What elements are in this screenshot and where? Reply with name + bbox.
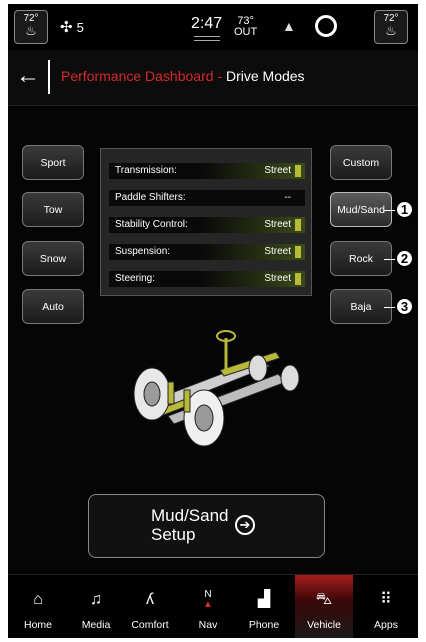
mode-auto-button[interactable]: Auto <box>22 289 84 324</box>
nav-comfort[interactable]: ʎ Comfort <box>124 575 176 638</box>
home-icon: ⌂ <box>33 591 43 608</box>
arrow-right-circle-icon: ➔ <box>235 515 255 535</box>
page-title: Performance Dashboard - Drive Modes <box>61 68 305 84</box>
nav-label: Nav <box>198 619 218 631</box>
handle-bars-icon <box>193 36 220 41</box>
mode-rock-button[interactable]: Rock <box>330 241 392 276</box>
chassis-illustration <box>133 330 300 447</box>
music-note-icon: ♫ <box>90 591 102 608</box>
setting-value: Street <box>264 219 291 230</box>
nav-label: Vehicle <box>307 619 341 631</box>
heated-seat-icon: ♨ <box>385 23 397 38</box>
bottom-nav: ⌂ Home ♫ Media ʎ Comfort N ▲ Nav ▟ Phone … <box>8 574 418 638</box>
setting-level-bar <box>295 219 301 231</box>
grid-icon: ⠿ <box>380 591 392 608</box>
setting-level-bar <box>295 165 301 177</box>
profile-icon[interactable]: ▲ <box>282 18 296 34</box>
mudsand-setup-button[interactable]: Mud/Sand Setup ➔ <box>88 494 325 558</box>
setting-level-bar <box>295 273 301 285</box>
setup-button-label: Mud/Sand Setup <box>151 506 229 544</box>
voice-ring-icon[interactable] <box>315 15 337 37</box>
setting-label: Transmission: <box>115 165 177 176</box>
status-bar: 72° ♨ ✣ 5 2:47 73° OUT ▲ 72° ♨ <box>8 4 418 50</box>
nav-label: Apps <box>374 619 398 631</box>
mode-mudsand-button[interactable]: Mud/Sand <box>330 192 392 227</box>
nav-label: Phone <box>248 619 280 631</box>
setting-row-suspension: Suspension: Street <box>109 244 305 260</box>
mode-baja-button[interactable]: Baja <box>330 289 392 324</box>
header-divider <box>48 60 50 94</box>
setting-value: -- <box>284 192 291 203</box>
heated-seat-icon: ♨ <box>25 23 37 38</box>
callout-3: 3 <box>395 297 414 316</box>
nav-label: Media <box>81 619 111 631</box>
setting-label: Steering: <box>115 273 156 284</box>
mode-custom-button[interactable]: Custom <box>330 145 392 180</box>
fan-control[interactable]: ✣ 5 <box>60 18 84 36</box>
mode-tow-button[interactable]: Tow <box>22 192 84 227</box>
setting-value: Street <box>264 165 291 176</box>
nav-phone[interactable]: ▟ Phone <box>238 575 290 638</box>
outside-temperature: 73° OUT <box>234 16 257 38</box>
car-icon: ⛍ <box>315 591 333 608</box>
nav-home[interactable]: ⌂ Home <box>12 575 64 638</box>
mode-sport-button[interactable]: Sport <box>22 145 84 180</box>
seat-icon: ʎ <box>146 591 154 608</box>
passenger-climate-button[interactable]: 72° ♨ <box>374 10 408 44</box>
nav-vehicle[interactable]: ⛍ Vehicle <box>295 575 353 638</box>
setting-label: Suspension: <box>115 246 171 257</box>
infotainment-screen: 72° ♨ ✣ 5 2:47 73° OUT ▲ 72° ♨ ← Performa… <box>8 4 418 638</box>
time: 2:47 <box>191 15 223 32</box>
setting-label: Stability Control: <box>115 219 188 230</box>
nav-nav[interactable]: N ▲ Nav <box>182 575 234 638</box>
back-arrow-icon[interactable]: ← <box>16 62 40 90</box>
setting-row-steering: Steering: Street <box>109 271 305 287</box>
setting-row-paddle-shifters: Paddle Shifters: -- <box>109 190 305 206</box>
setting-level-bar <box>295 246 301 258</box>
outside-temp-label: OUT <box>234 26 258 38</box>
setting-row-transmission: Transmission: Street <box>109 163 305 179</box>
fan-icon: ✣ <box>60 19 73 36</box>
breadcrumb[interactable]: Performance Dashboard - <box>61 68 222 84</box>
setting-value: Street <box>264 273 291 284</box>
setting-label: Paddle Shifters: <box>115 192 186 203</box>
fan-speed: 5 <box>76 20 84 35</box>
compass-icon: N ▲ <box>203 589 213 610</box>
drive-settings-panel: Transmission: Street Paddle Shifters: --… <box>100 148 312 296</box>
nav-media[interactable]: ♫ Media <box>70 575 122 638</box>
setting-row-stability-control: Stability Control: Street <box>109 217 305 233</box>
nav-apps[interactable]: ⠿ Apps <box>360 575 412 638</box>
driver-climate-button[interactable]: 72° ♨ <box>14 10 48 44</box>
page-header: ← Performance Dashboard - Drive Modes <box>8 50 418 106</box>
clock: 2:47 <box>191 15 222 41</box>
callout-2: 2 <box>395 249 414 268</box>
callout-1: 1 <box>395 200 414 219</box>
page-name: Drive Modes <box>225 68 305 84</box>
nav-label: Comfort <box>131 619 169 631</box>
nav-label: Home <box>23 619 52 631</box>
mode-snow-button[interactable]: Snow <box>22 241 84 276</box>
setting-value: Street <box>264 246 291 257</box>
phone-signal-icon: ▟ <box>257 591 271 608</box>
